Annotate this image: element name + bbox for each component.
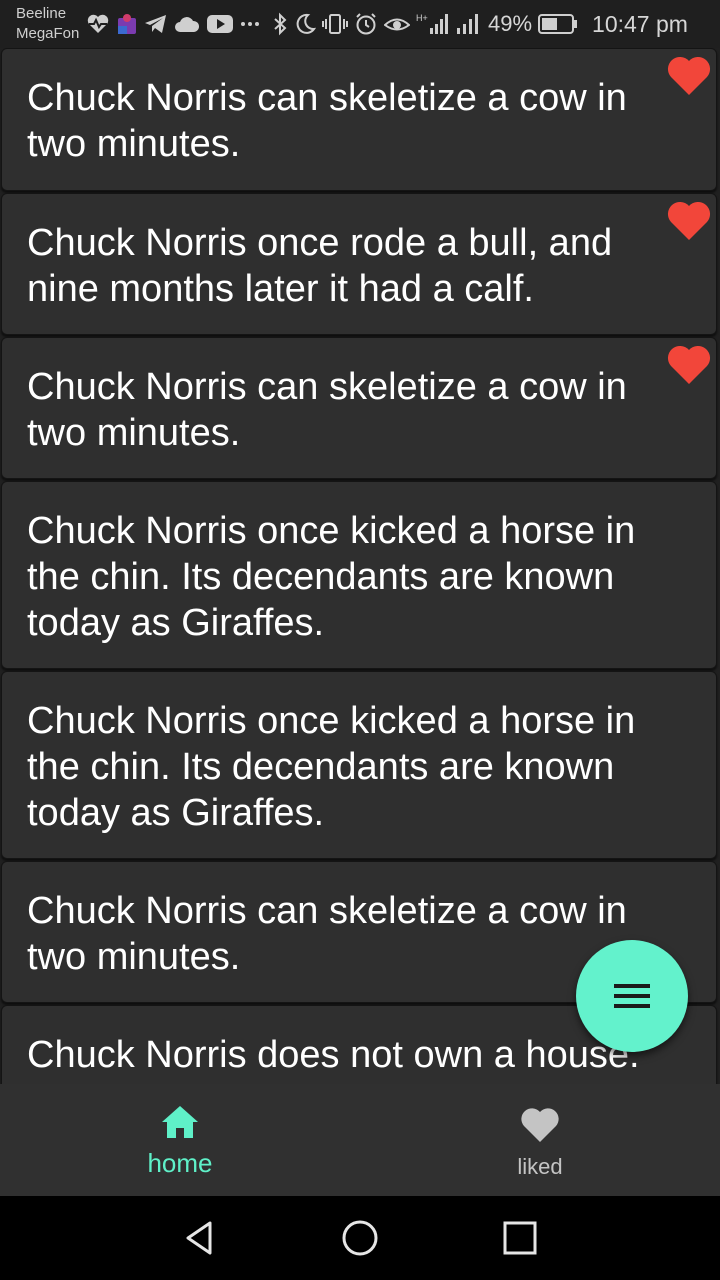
nav-tab-home[interactable]: home xyxy=(0,1084,360,1196)
home-system-button[interactable] xyxy=(340,1218,380,1258)
joke-card[interactable]: Chuck Norris can skeletize a cow in two … xyxy=(1,48,717,191)
vibrate-icon xyxy=(322,13,348,35)
nav-tab-liked[interactable]: liked xyxy=(360,1084,720,1196)
heart-pulse-icon xyxy=(86,13,110,35)
like-button[interactable] xyxy=(665,198,713,242)
heart-icon xyxy=(667,345,711,384)
signal-icon xyxy=(456,12,480,36)
heart-icon xyxy=(667,201,711,240)
joke-list[interactable]: Chuck Norris can skeletize a cow in two … xyxy=(0,48,720,1084)
bottom-navigation: home liked xyxy=(0,1084,720,1196)
recents-button[interactable] xyxy=(500,1218,540,1258)
battery-icon xyxy=(538,13,578,35)
like-button[interactable] xyxy=(665,342,713,386)
back-button[interactable] xyxy=(180,1218,220,1258)
heart-icon xyxy=(521,1108,559,1142)
joke-card[interactable]: Chuck Norris can skeletize a cow in two … xyxy=(1,337,717,479)
menu-icon xyxy=(614,984,650,1008)
cloud-icon xyxy=(174,15,200,33)
menu-fab-button[interactable] xyxy=(576,940,688,1052)
heart-icon xyxy=(667,56,711,95)
joke-text: Chuck Norris can skeletize a cow in two … xyxy=(27,366,627,454)
puzzle-icon xyxy=(116,12,138,36)
more-icon xyxy=(240,19,260,29)
joke-card[interactable]: Chuck Norris once kicked a horse in the … xyxy=(1,481,717,669)
system-navigation-bar xyxy=(0,1196,720,1280)
alarm-icon xyxy=(354,12,378,36)
carrier-info: Beeline MegaFon xyxy=(16,4,79,44)
joke-text: Chuck Norris once kicked a horse in the … xyxy=(27,700,636,834)
notification-icons xyxy=(86,10,260,38)
moon-icon xyxy=(294,13,316,35)
status-bar: Beeline MegaFon H+ 49% 10:47 pm xyxy=(0,0,720,48)
back-icon xyxy=(186,1221,212,1255)
battery-percent: 49% xyxy=(488,11,533,36)
joke-text: Chuck Norris once kicked a horse in the … xyxy=(27,510,636,644)
joke-text: Chuck Norris once rode a bull, and nine … xyxy=(27,222,613,310)
youtube-icon xyxy=(206,14,234,34)
eye-icon xyxy=(384,14,410,34)
signal-h-plus-icon: H+ xyxy=(416,12,450,36)
nav-label-liked: liked xyxy=(517,1154,563,1179)
joke-card[interactable]: Chuck Norris once kicked a horse in the … xyxy=(1,671,717,859)
system-status-icons: H+ 49% 10:47 pm xyxy=(272,10,688,38)
bluetooth-icon xyxy=(272,12,288,36)
app-screen: Beeline MegaFon H+ 49% 10:47 pm Chuck No… xyxy=(0,0,720,1280)
home-circle-icon xyxy=(342,1220,378,1256)
like-button[interactable] xyxy=(665,53,713,97)
clock: 10:47 pm xyxy=(592,10,688,37)
carrier-name-1: Beeline xyxy=(16,5,67,22)
joke-text: Chuck Norris does not own a house. xyxy=(27,1034,640,1076)
nav-label-home: home xyxy=(147,1148,213,1178)
carrier-name-2: MegaFon xyxy=(16,25,80,42)
telegram-icon xyxy=(144,13,168,35)
home-icon xyxy=(162,1106,198,1138)
joke-text: Chuck Norris can skeletize a cow in two … xyxy=(27,77,627,165)
joke-text: Chuck Norris can skeletize a cow in two … xyxy=(27,890,627,978)
joke-card[interactable]: Chuck Norris once rode a bull, and nine … xyxy=(1,193,717,335)
svg-text:H+: H+ xyxy=(416,13,428,23)
recents-icon xyxy=(503,1221,537,1255)
